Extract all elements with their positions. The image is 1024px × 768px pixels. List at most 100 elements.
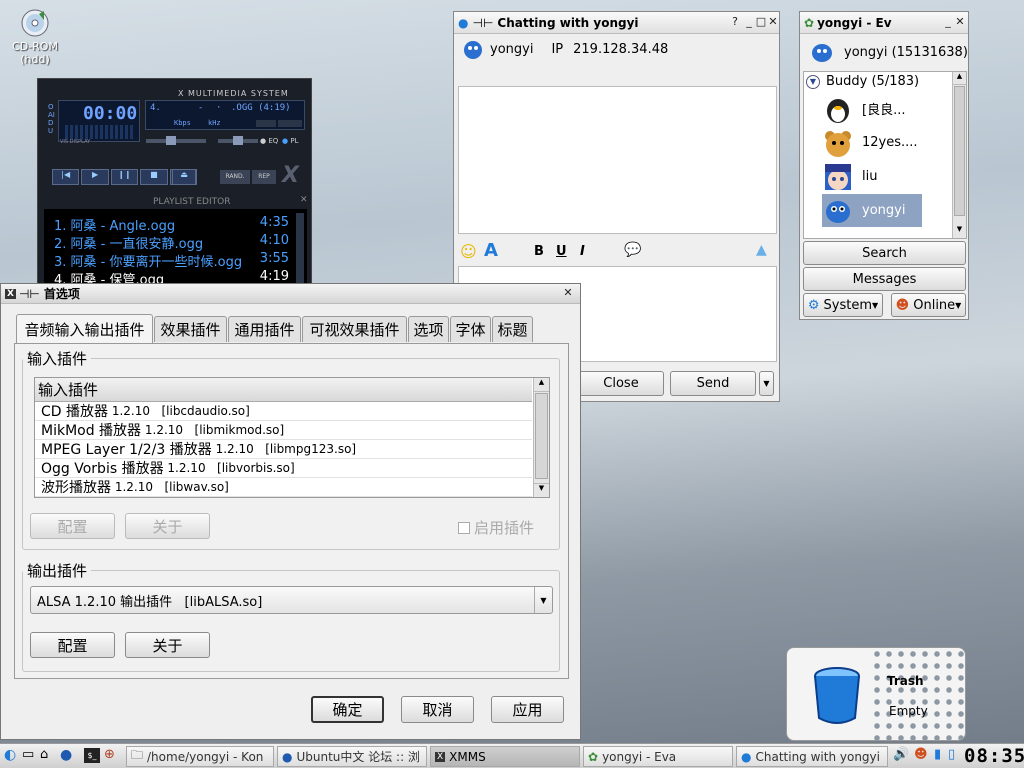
- messages-button[interactable]: Messages: [803, 267, 966, 291]
- send-button[interactable]: Send: [670, 371, 756, 396]
- buddy-item-selected[interactable]: yongyi: [822, 194, 922, 227]
- list-item[interactable]: MPEG Layer 1/2/3 播放器 1.2.10 [libmpg123.s…: [35, 440, 532, 459]
- rep-button[interactable]: REP: [252, 170, 276, 184]
- help-icon[interactable]: ?: [729, 16, 741, 28]
- tab-fonts[interactable]: 字体: [450, 316, 491, 342]
- list-item[interactable]: CD 播放器 1.2.10 [libcdaudio.so]: [35, 402, 532, 421]
- balance-slider[interactable]: [218, 136, 258, 145]
- task-browser[interactable]: ● Ubuntu中文 论坛 :: 浏: [277, 746, 427, 767]
- prefs-titlebar[interactable]: X ⊣⊢ 首选项 ✕: [1, 284, 580, 304]
- tab-io-plugins[interactable]: 音频输入输出插件: [16, 314, 153, 343]
- search-button[interactable]: Search: [803, 241, 966, 265]
- pin-icon[interactable]: ⊣⊢: [472, 16, 493, 30]
- output-about-button[interactable]: 关于: [125, 632, 210, 658]
- task-eva[interactable]: ✿ yongyi - Eva: [583, 746, 733, 767]
- trash-applet[interactable]: Trash Empty: [786, 647, 966, 741]
- close-icon[interactable]: ✕: [767, 16, 779, 28]
- buddy-group-header[interactable]: ▼ Buddy (5/183): [806, 74, 919, 89]
- chat-titlebar[interactable]: ● ⊣⊢ Chatting with yongyi ? _ □ ✕: [454, 12, 779, 34]
- output-plugin-select[interactable]: ALSA 1.2.10 输出插件 [libALSA.so] ▼: [30, 586, 553, 614]
- tab-effect-plugins[interactable]: 效果插件: [154, 316, 227, 342]
- bold-icon[interactable]: B: [534, 244, 544, 259]
- buddy-item[interactable]: [良良...: [822, 92, 927, 125]
- prev-button[interactable]: |◀: [52, 169, 80, 185]
- pause-button[interactable]: ❙❙: [110, 169, 139, 185]
- close-icon[interactable]: ✕: [954, 16, 966, 28]
- clock[interactable]: 08:35: [964, 745, 1024, 767]
- cdrom-desktop-icon[interactable]: CD-ROM (hdd): [4, 8, 66, 66]
- playlist-item[interactable]: 3. 阿桑 - 你要离开一些时候.ogg 3:55: [54, 251, 289, 270]
- scroll-up-icon[interactable]: ▲: [953, 72, 966, 85]
- scroll-down-icon[interactable]: ▼: [953, 225, 966, 238]
- apply-button[interactable]: 应用: [491, 696, 564, 723]
- font-icon[interactable]: A: [484, 240, 498, 261]
- pin-icon[interactable]: ⊣⊢: [19, 287, 40, 301]
- eva-titlebar[interactable]: ✿ yongyi - Ev _ ✕: [800, 12, 968, 34]
- home-icon[interactable]: ⌂: [40, 747, 58, 765]
- italic-icon[interactable]: I: [580, 244, 585, 259]
- input-about-button[interactable]: 关于: [125, 513, 210, 539]
- eva-user-header[interactable]: yongyi (15131638): [810, 40, 968, 64]
- buddy-item[interactable]: liu: [822, 160, 927, 193]
- eq-toggle[interactable]: ● EQ: [260, 137, 278, 145]
- task-chat[interactable]: ● Chatting with yongyi: [736, 746, 888, 767]
- close-button[interactable]: Close: [578, 371, 664, 396]
- scroll-up-icon[interactable]: ▲: [534, 378, 549, 392]
- list-header[interactable]: 输入插件: [35, 378, 532, 402]
- plugin-list-scrollbar[interactable]: ▲ ▼: [533, 378, 549, 497]
- play-button[interactable]: ▶: [81, 169, 109, 185]
- close-icon[interactable]: ✕: [562, 287, 574, 299]
- preferences-dialog[interactable]: X ⊣⊢ 首选项 ✕ 音频输入输出插件 效果插件 通用插件 可视效果插件 选项 …: [0, 283, 581, 740]
- network-icon[interactable]: ▮: [934, 747, 941, 762]
- battery-icon[interactable]: ▯: [948, 747, 955, 762]
- send-options-button[interactable]: ▼: [759, 371, 774, 396]
- minimize-icon[interactable]: _: [942, 16, 954, 28]
- kmenu-icon[interactable]: ◐: [4, 747, 22, 765]
- browser-icon-2[interactable]: ⊕: [104, 747, 122, 765]
- playlist-item[interactable]: 2. 阿桑 - 一直很安静.ogg 4:10: [54, 233, 289, 252]
- enable-plugin-checkbox[interactable]: 启用插件: [458, 517, 534, 538]
- input-configure-button[interactable]: 配置: [30, 513, 115, 539]
- group-expand-icon[interactable]: ▼: [806, 74, 820, 89]
- xmms-player-window[interactable]: X MULTIMEDIA SYSTEM OAIDU 00:00 VIS DISP…: [37, 78, 312, 285]
- notify-icon[interactable]: ▲: [756, 242, 767, 258]
- buddy-list-scrollbar[interactable]: ▲ ▼: [952, 72, 966, 238]
- desktop-icon[interactable]: ▭: [22, 747, 40, 765]
- tab-general-plugins[interactable]: 通用插件: [228, 316, 301, 342]
- underline-icon[interactable]: U: [556, 244, 567, 259]
- volume-icon[interactable]: 🔊: [893, 747, 909, 762]
- volume-slider[interactable]: [146, 136, 206, 145]
- emoticon-icon[interactable]: ☺: [460, 242, 477, 261]
- eva-buddy-window[interactable]: ✿ yongyi - Ev _ ✕ yongyi (15131638) ▼ Bu…: [799, 11, 969, 320]
- playlist-item[interactable]: 1. 阿桑 - Angle.ogg 4:35: [54, 215, 289, 234]
- scroll-down-icon[interactable]: ▼: [534, 483, 549, 497]
- tab-vis-plugins[interactable]: 可视效果插件: [302, 316, 407, 342]
- cancel-button[interactable]: 取消: [401, 696, 474, 723]
- terminal-icon[interactable]: $_: [84, 748, 100, 763]
- buddy-item[interactable]: 12yes....: [822, 126, 927, 159]
- rand-button[interactable]: RAND.: [220, 170, 250, 184]
- task-xmms[interactable]: X XMMS: [430, 746, 580, 767]
- tab-options[interactable]: 选项: [408, 316, 449, 342]
- pl-toggle[interactable]: ● PL: [282, 137, 298, 145]
- list-item[interactable]: 波形播放器 1.2.10 [libwav.so]: [35, 478, 532, 497]
- online-status-button[interactable]: ☻ Online ▼: [891, 293, 966, 317]
- maximize-icon[interactable]: □: [755, 16, 767, 28]
- scroll-thumb[interactable]: [535, 393, 548, 479]
- playlist-scrollbar[interactable]: [296, 213, 304, 283]
- task-konqueror[interactable]: 🗀/home/yongyi - Kon: [126, 746, 274, 767]
- eva-tray-icon[interactable]: ☻: [914, 747, 928, 762]
- scroll-thumb[interactable]: [954, 86, 965, 216]
- chat-history[interactable]: [458, 86, 777, 234]
- list-item[interactable]: MikMod 播放器 1.2.10 [libmikmod.so]: [35, 421, 532, 440]
- playlist-close-icon[interactable]: ✕: [300, 195, 308, 205]
- ok-button[interactable]: 确定: [311, 696, 384, 723]
- tab-titles[interactable]: 标题: [492, 316, 533, 342]
- stop-button[interactable]: ■: [140, 169, 168, 185]
- browser-icon[interactable]: ●: [60, 747, 78, 765]
- system-menu-button[interactable]: ⚙ System ▼: [803, 293, 883, 317]
- list-item[interactable]: Ogg Vorbis 播放器 1.2.10 [libvorbis.so]: [35, 459, 532, 478]
- minimize-icon[interactable]: _: [743, 16, 755, 28]
- output-configure-button[interactable]: 配置: [30, 632, 115, 658]
- quick-reply-icon[interactable]: 💬: [624, 242, 641, 258]
